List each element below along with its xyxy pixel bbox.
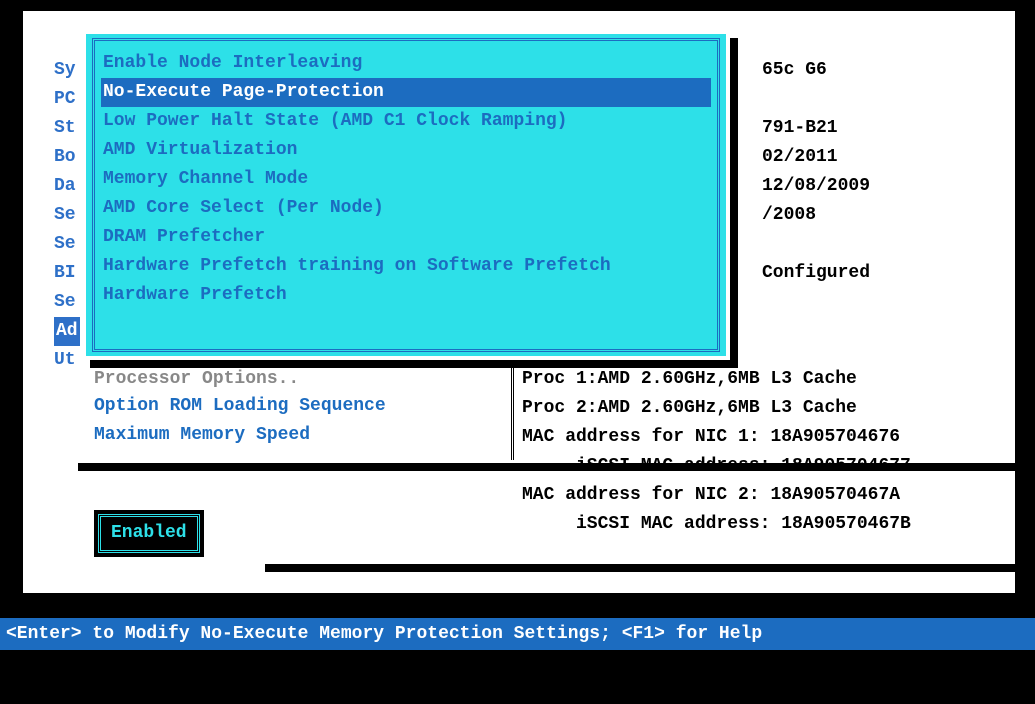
divider-shadow-2	[265, 564, 1018, 572]
advanced-options-submenu: Processor Options.. Option ROM Loading S…	[88, 365, 514, 460]
info-line: 791-B21	[762, 114, 870, 143]
bg-label: Se	[54, 288, 80, 317]
popup-inner-border: Enable Node Interleaving No-Execute Page…	[92, 38, 720, 352]
menu-item-hardware-prefetch[interactable]: Hardware Prefetch	[101, 281, 711, 310]
bg-label: PC	[54, 85, 80, 114]
bg-label: Se	[54, 201, 80, 230]
info-iscsi-mac2: iSCSI MAC address: 18A90570467B	[522, 510, 911, 539]
info-line	[762, 85, 870, 114]
info-mac-nic2: MAC address for NIC 2: 18A90570467A	[522, 481, 911, 510]
info-line: Configured	[762, 259, 870, 288]
system-info-right: 65c G6 791-B21 02/2011 12/08/2009 /2008 …	[762, 56, 870, 288]
info-line: 02/2011	[762, 143, 870, 172]
bg-label: Da	[54, 172, 80, 201]
bg-label: Se	[54, 230, 80, 259]
menu-item-hw-prefetch-training[interactable]: Hardware Prefetch training on Software P…	[101, 252, 711, 281]
bg-label: BI	[54, 259, 80, 288]
bg-label-highlight: Ad	[54, 317, 80, 346]
help-bar: <Enter> to Modify No-Execute Memory Prot…	[0, 618, 1035, 650]
background-left-labels: Sy PC St Bo Da Se Se BI Se Ad Ut	[54, 56, 80, 375]
menu-item-memory-channel-mode[interactable]: Memory Channel Mode	[101, 165, 711, 194]
current-value-label: Enabled	[98, 514, 200, 553]
info-line: 12/08/2009	[762, 172, 870, 201]
submenu-item-maximum-memory-speed[interactable]: Maximum Memory Speed	[94, 421, 505, 450]
info-line: /2008	[762, 201, 870, 230]
info-proc1: Proc 1:AMD 2.60GHz,6MB L3 Cache	[522, 365, 911, 394]
menu-item-low-power-halt-state[interactable]: Low Power Halt State (AMD C1 Clock Rampi…	[101, 107, 711, 136]
info-line: 65c G6	[762, 56, 870, 85]
menu-item-enable-node-interleaving[interactable]: Enable Node Interleaving	[101, 49, 711, 78]
menu-item-amd-virtualization[interactable]: AMD Virtualization	[101, 136, 711, 165]
bg-label: Bo	[54, 143, 80, 172]
bg-label: Sy	[54, 56, 80, 85]
bg-label: Ut	[54, 346, 80, 375]
bg-label: St	[54, 114, 80, 143]
menu-item-no-execute-page-protection[interactable]: No-Execute Page-Protection	[101, 78, 711, 107]
info-proc2: Proc 2:AMD 2.60GHz,6MB L3 Cache	[522, 394, 911, 423]
info-line	[762, 230, 870, 259]
menu-item-amd-core-select[interactable]: AMD Core Select (Per Node)	[101, 194, 711, 223]
menu-item-dram-prefetcher[interactable]: DRAM Prefetcher	[101, 223, 711, 252]
submenu-item-option-rom-loading[interactable]: Option ROM Loading Sequence	[94, 392, 505, 421]
submenu-dim-processor-options: Processor Options..	[94, 367, 505, 392]
processor-options-popup: Enable Node Interleaving No-Execute Page…	[82, 30, 730, 360]
system-info-bottom: Proc 1:AMD 2.60GHz,6MB L3 Cache Proc 2:A…	[522, 365, 911, 539]
current-value-box: Enabled	[94, 510, 204, 557]
divider-shadow	[78, 463, 1023, 471]
info-mac-nic1: MAC address for NIC 1: 18A905704676	[522, 423, 911, 452]
